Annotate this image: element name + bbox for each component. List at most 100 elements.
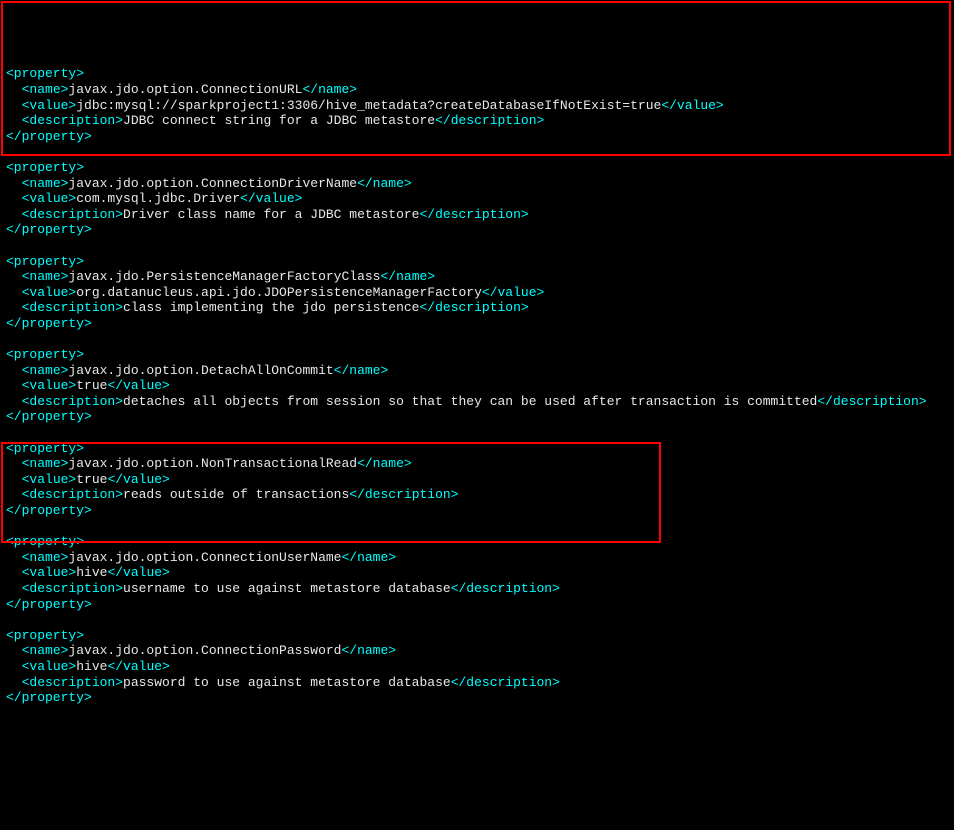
- property-name-text: javax.jdo.option.ConnectionPassword: [68, 643, 341, 658]
- description-close-tag: </description>: [817, 394, 926, 409]
- description-open-tag: <description>: [22, 300, 123, 315]
- property-open-tag: <property>: [6, 628, 84, 643]
- code-line: <property>: [6, 534, 948, 550]
- blank-line: [6, 238, 948, 254]
- value-close-tag: </value>: [107, 472, 169, 487]
- code-line: </property>: [6, 597, 948, 613]
- code-line: <property>: [6, 160, 948, 176]
- description-close-tag: </description>: [451, 675, 560, 690]
- code-line: <name>javax.jdo.option.ConnectionURL</na…: [6, 82, 948, 98]
- property-close-tag: </property>: [6, 129, 92, 144]
- property-block: <property> <name>javax.jdo.option.Detach…: [6, 347, 948, 425]
- property-block: <property> <name>javax.jdo.option.Connec…: [6, 160, 948, 238]
- xml-config-code-block: <property> <name>javax.jdo.option.Connec…: [6, 66, 948, 705]
- property-description-text: reads outside of transactions: [123, 487, 349, 502]
- name-close-tag: </name>: [341, 550, 396, 565]
- property-close-tag: </property>: [6, 597, 92, 612]
- name-open-tag: <name>: [22, 176, 69, 191]
- code-line: <name>javax.jdo.option.ConnectionDriverN…: [6, 176, 948, 192]
- property-name-text: javax.jdo.option.ConnectionUserName: [68, 550, 341, 565]
- code-line: <property>: [6, 66, 948, 82]
- description-open-tag: <description>: [22, 207, 123, 222]
- code-line: <name>javax.jdo.option.NonTransactionalR…: [6, 456, 948, 472]
- value-open-tag: <value>: [22, 285, 77, 300]
- value-open-tag: <value>: [22, 472, 77, 487]
- property-close-tag: </property>: [6, 503, 92, 518]
- blank-line: [6, 519, 948, 535]
- property-value-text: true: [76, 378, 107, 393]
- property-block: <property> <name>javax.jdo.option.Connec…: [6, 534, 948, 612]
- name-close-tag: </name>: [380, 269, 435, 284]
- description-close-tag: </description>: [451, 581, 560, 596]
- property-description-text: password to use against metastore databa…: [123, 675, 451, 690]
- value-open-tag: <value>: [22, 98, 77, 113]
- property-block: <property> <name>javax.jdo.option.Connec…: [6, 66, 948, 144]
- property-value-text: true: [76, 472, 107, 487]
- value-open-tag: <value>: [22, 191, 77, 206]
- code-line: <property>: [6, 628, 948, 644]
- value-close-tag: </value>: [240, 191, 302, 206]
- property-name-text: javax.jdo.option.ConnectionURL: [68, 82, 302, 97]
- code-line: </property>: [6, 316, 948, 332]
- code-line: </property>: [6, 690, 948, 706]
- value-close-tag: </value>: [482, 285, 544, 300]
- property-open-tag: <property>: [6, 534, 84, 549]
- property-description-text: class implementing the jdo persistence: [123, 300, 419, 315]
- property-name-text: javax.jdo.option.DetachAllOnCommit: [68, 363, 333, 378]
- property-open-tag: <property>: [6, 441, 84, 456]
- name-open-tag: <name>: [22, 269, 69, 284]
- name-open-tag: <name>: [22, 643, 69, 658]
- property-description-text: username to use against metastore databa…: [123, 581, 451, 596]
- blank-line: [6, 144, 948, 160]
- code-line: <value>true</value>: [6, 472, 948, 488]
- value-open-tag: <value>: [22, 659, 77, 674]
- code-line: <name>javax.jdo.option.ConnectionPasswor…: [6, 643, 948, 659]
- code-line: <description>username to use against met…: [6, 581, 948, 597]
- property-open-tag: <property>: [6, 66, 84, 81]
- code-line: <name>javax.jdo.option.DetachAllOnCommit…: [6, 363, 948, 379]
- value-open-tag: <value>: [22, 565, 77, 580]
- code-line: <value>com.mysql.jdbc.Driver</value>: [6, 191, 948, 207]
- code-line: <value>hive</value>: [6, 659, 948, 675]
- property-value-text: jdbc:mysql://sparkproject1:3306/hive_met…: [76, 98, 661, 113]
- property-value-text: hive: [76, 659, 107, 674]
- description-open-tag: <description>: [22, 487, 123, 502]
- property-value-text: com.mysql.jdbc.Driver: [76, 191, 240, 206]
- property-close-tag: </property>: [6, 222, 92, 237]
- code-line: </property>: [6, 222, 948, 238]
- property-open-tag: <property>: [6, 254, 84, 269]
- name-close-tag: </name>: [357, 456, 412, 471]
- code-line: <description>class implementing the jdo …: [6, 300, 948, 316]
- property-close-tag: </property>: [6, 409, 92, 424]
- property-name-text: javax.jdo.option.ConnectionDriverName: [68, 176, 357, 191]
- name-close-tag: </name>: [334, 363, 389, 378]
- code-line: <name>javax.jdo.option.ConnectionUserNam…: [6, 550, 948, 566]
- code-line: </property>: [6, 129, 948, 145]
- code-line: <description>JDBC connect string for a J…: [6, 113, 948, 129]
- property-block: <property> <name>javax.jdo.option.Connec…: [6, 628, 948, 706]
- description-close-tag: </description>: [419, 300, 528, 315]
- name-close-tag: </name>: [341, 643, 396, 658]
- code-line: <value>jdbc:mysql://sparkproject1:3306/h…: [6, 98, 948, 114]
- property-name-text: javax.jdo.PersistenceManagerFactoryClass: [68, 269, 380, 284]
- description-open-tag: <description>: [22, 394, 123, 409]
- property-name-text: javax.jdo.option.NonTransactionalRead: [68, 456, 357, 471]
- value-open-tag: <value>: [22, 378, 77, 393]
- value-close-tag: </value>: [107, 659, 169, 674]
- code-line: <description>detaches all objects from s…: [6, 394, 948, 410]
- property-close-tag: </property>: [6, 690, 92, 705]
- name-open-tag: <name>: [22, 456, 69, 471]
- property-value-text: hive: [76, 565, 107, 580]
- blank-line: [6, 331, 948, 347]
- name-open-tag: <name>: [22, 82, 69, 97]
- code-line: <value>org.datanucleus.api.jdo.JDOPersis…: [6, 285, 948, 301]
- property-block: <property> <name>javax.jdo.option.NonTra…: [6, 441, 948, 519]
- description-open-tag: <description>: [22, 581, 123, 596]
- code-line: </property>: [6, 503, 948, 519]
- description-close-tag: </description>: [349, 487, 458, 502]
- property-description-text: JDBC connect string for a JDBC metastore: [123, 113, 435, 128]
- description-open-tag: <description>: [22, 675, 123, 690]
- code-line: <property>: [6, 254, 948, 270]
- name-close-tag: </name>: [302, 82, 357, 97]
- code-line: <description>password to use against met…: [6, 675, 948, 691]
